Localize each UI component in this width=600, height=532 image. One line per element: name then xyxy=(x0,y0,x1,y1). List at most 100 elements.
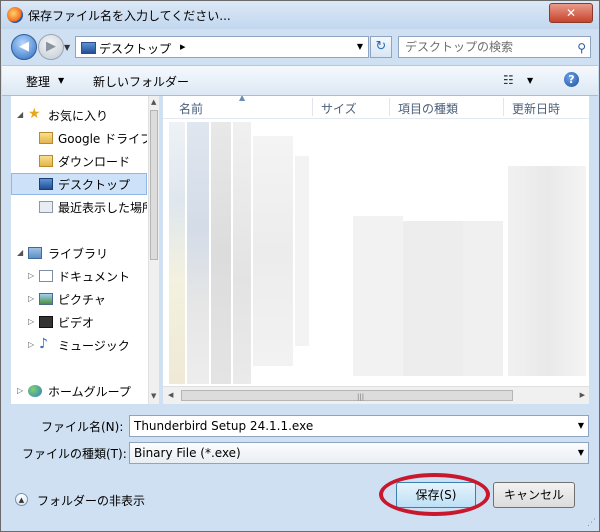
scrollbar-thumb[interactable]: ||| xyxy=(181,390,513,401)
desktop-icon xyxy=(81,42,96,54)
column-header-type[interactable]: 項目の種類 xyxy=(398,100,458,117)
search-icon[interactable]: ⚲ xyxy=(577,41,586,55)
blurred-file-details xyxy=(353,216,403,376)
forward-button[interactable]: ▶ xyxy=(38,34,64,60)
navigation-bar: ◀ ▶ ▼ デスクトップ ▸ ▼ ↻ ⚲ xyxy=(1,29,599,63)
filetype-value[interactable]: Binary File (*.exe) xyxy=(134,446,241,460)
scroll-down-arrow-icon[interactable]: ▼ xyxy=(151,392,156,400)
scroll-left-arrow-icon[interactable]: ◀ xyxy=(168,391,173,399)
videos-icon xyxy=(39,316,53,328)
command-toolbar: 整理 ▼ 新しいフォルダー ☷ ▼ ? xyxy=(2,65,598,96)
sidebar-item-music[interactable]: ▷ ♪ ミュージック xyxy=(11,334,147,356)
column-divider[interactable] xyxy=(389,98,390,116)
music-icon: ♪ xyxy=(39,336,48,352)
blurred-file-details xyxy=(463,221,503,376)
breadcrumb-chevron-icon[interactable]: ▸ xyxy=(180,40,186,53)
sidebar-item-documents[interactable]: ▷ ドキュメント xyxy=(11,265,147,287)
google-drive-folder-icon xyxy=(39,132,53,144)
address-location[interactable]: デスクトップ xyxy=(99,40,171,57)
collapsed-triangle-icon[interactable]: ▷ xyxy=(28,340,34,349)
blurred-file-names xyxy=(233,122,251,384)
sidebar-item-videos[interactable]: ▷ ビデオ xyxy=(11,311,147,333)
sidebar-item-desktop[interactable]: デスクトップ xyxy=(11,173,147,195)
column-header-row: ▲ 名前 サイズ 項目の種類 更新日時 xyxy=(163,96,589,119)
filetype-label: ファイルの種類(T): xyxy=(22,447,127,461)
firefox-icon xyxy=(7,7,23,23)
sidebar-item-label: ピクチャ xyxy=(58,293,106,307)
sidebar-item-downloads[interactable]: ダウンロード xyxy=(11,150,147,172)
sidebar-item-favorites[interactable]: ◢ ★ お気に入り xyxy=(11,104,147,126)
sidebar-item-libraries[interactable]: ◢ ライブラリ xyxy=(11,242,147,264)
sidebar-item-homegroup[interactable]: ▷ ホームグループ xyxy=(11,380,147,402)
filename-dropdown-icon[interactable]: ▼ xyxy=(578,421,584,430)
save-dialog: 保存ファイル名を入力してください... ✕ ◀ ▶ ▼ デスクトップ ▸ ▼ ↻… xyxy=(0,0,600,532)
column-header-size[interactable]: サイズ xyxy=(321,100,357,117)
search-box: ⚲ xyxy=(398,36,591,58)
sidebar-item-label: ダウンロード xyxy=(58,155,131,169)
filename-value[interactable]: Thunderbird Setup 24.1.1.exe xyxy=(134,419,313,433)
horizontal-scrollbar[interactable]: ◀ ||| ▶ xyxy=(163,386,589,404)
filetype-dropdown-icon[interactable]: ▼ xyxy=(578,448,584,457)
scroll-right-arrow-icon[interactable]: ▶ xyxy=(580,391,585,399)
recent-pages-dropdown-icon[interactable]: ▼ xyxy=(64,43,70,52)
resize-grip-icon[interactable]: ⋰ xyxy=(587,518,596,528)
sidebar-item-label: Google ドライブ xyxy=(58,132,147,146)
sidebar-item-label: ミュージック xyxy=(58,339,130,353)
sidebar-item-label: ライブラリ xyxy=(48,247,109,261)
chevron-down-icon[interactable]: ▼ xyxy=(58,76,64,85)
scrollbar-thumb[interactable] xyxy=(150,110,158,260)
new-folder-button[interactable]: 新しいフォルダー xyxy=(93,73,189,90)
hide-folders-label[interactable]: フォルダーの非表示 xyxy=(37,492,145,509)
blurred-file-details xyxy=(403,221,463,376)
navigation-pane: ◢ ★ お気に入り Google ドライブ ダウンロード デスクトップ 最近表示… xyxy=(11,96,159,404)
star-icon: ★ xyxy=(28,106,41,122)
filetype-select[interactable]: Binary File (*.exe) ▼ xyxy=(129,442,589,464)
download-folder-icon xyxy=(39,155,53,167)
collapsed-triangle-icon[interactable]: ▷ xyxy=(17,386,23,395)
column-divider[interactable] xyxy=(503,98,504,116)
collapsed-triangle-icon[interactable]: ▷ xyxy=(28,317,34,326)
filename-input[interactable]: Thunderbird Setup 24.1.1.exe ▼ xyxy=(129,415,589,437)
collapse-up-icon[interactable]: ▲ xyxy=(15,493,28,506)
sort-ascending-icon: ▲ xyxy=(239,96,246,102)
scroll-up-arrow-icon[interactable]: ▲ xyxy=(151,98,156,106)
column-divider[interactable] xyxy=(312,98,313,116)
collapsed-triangle-icon[interactable]: ▷ xyxy=(28,294,34,303)
homegroup-icon xyxy=(28,385,42,397)
library-icon xyxy=(28,247,42,259)
organize-button[interactable]: 整理 xyxy=(26,73,50,90)
documents-icon xyxy=(39,270,53,282)
navigation-scrollbar[interactable]: ▲ ▼ xyxy=(148,96,159,404)
close-button[interactable]: ✕ xyxy=(549,3,593,23)
expanded-triangle-icon[interactable]: ◢ xyxy=(17,248,23,257)
help-button[interactable]: ? xyxy=(564,72,579,87)
search-input[interactable] xyxy=(399,37,575,57)
refresh-button[interactable]: ↻ xyxy=(370,36,392,58)
address-dropdown-icon[interactable]: ▼ xyxy=(357,42,363,51)
sidebar-item-pictures[interactable]: ▷ ピクチャ xyxy=(11,288,147,310)
address-bar[interactable]: デスクトップ ▸ ▼ xyxy=(75,36,369,58)
scrollbar-grip-icon: ||| xyxy=(357,393,365,401)
blurred-file-names xyxy=(295,156,309,346)
sidebar-item-label: ホームグループ xyxy=(48,385,131,399)
filename-label: ファイル名(N): xyxy=(41,420,124,434)
collapsed-triangle-icon[interactable]: ▷ xyxy=(28,271,34,280)
sidebar-item-recent-places[interactable]: 最近表示した場所 xyxy=(11,196,147,218)
expanded-triangle-icon[interactable]: ◢ xyxy=(17,110,23,119)
back-button[interactable]: ◀ xyxy=(11,34,37,60)
pictures-icon xyxy=(39,293,53,305)
column-header-name[interactable]: 名前 xyxy=(179,100,203,117)
cancel-button[interactable]: キャンセル xyxy=(493,482,575,508)
view-options-icon[interactable]: ☷ xyxy=(503,73,514,87)
blurred-file-names xyxy=(211,122,231,384)
file-list: ▲ 名前 サイズ 項目の種類 更新日時 ◀ ||| ▶ xyxy=(163,96,589,404)
window-title: 保存ファイル名を入力してください... xyxy=(28,9,231,23)
sidebar-item-label: ビデオ xyxy=(58,316,95,330)
save-button[interactable]: 保存(S) xyxy=(396,482,476,508)
column-header-modified[interactable]: 更新日時 xyxy=(512,100,560,117)
sidebar-item-label: 最近表示した場所 xyxy=(58,201,147,215)
blurred-file-names xyxy=(253,136,293,366)
view-dropdown-icon[interactable]: ▼ xyxy=(527,76,533,85)
recent-places-icon xyxy=(39,201,53,213)
sidebar-item-google-drive[interactable]: Google ドライブ xyxy=(11,127,147,149)
